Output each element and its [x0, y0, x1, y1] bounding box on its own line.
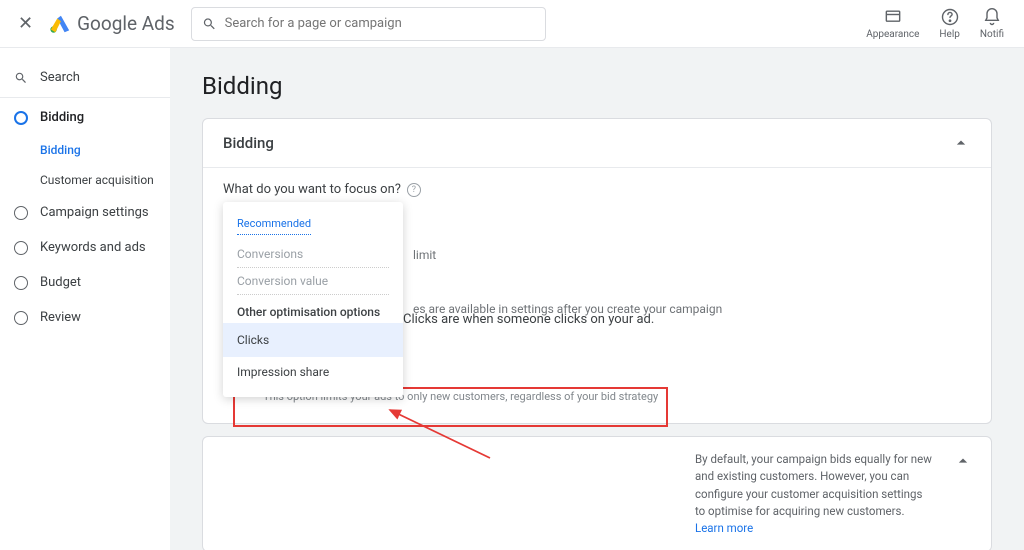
close-icon[interactable]: ✕: [10, 13, 41, 34]
search-input[interactable]: [225, 16, 535, 31]
step-marker-icon: [14, 276, 28, 290]
help-icon: [940, 7, 960, 27]
customer-acquisition-card: By default, your campaign bids equally f…: [202, 436, 992, 550]
step-marker-icon: [14, 111, 28, 125]
dropdown-section-recommended: Recommended: [237, 213, 311, 235]
dropdown-option-clicks[interactable]: Clicks: [223, 323, 403, 357]
bidding-card: Bidding What do you want to focus on? ? …: [202, 118, 992, 424]
sidebar: Search Bidding Bidding Customer acquisit…: [0, 48, 170, 550]
chevron-up-icon: [951, 133, 971, 153]
sidebar-sub-customer-acquisition[interactable]: Customer acquisition: [0, 165, 170, 195]
learn-more-link[interactable]: Learn more: [695, 521, 753, 535]
product-logo: Google Ads: [49, 12, 175, 35]
obscured-text: es are available in settings after you c…: [413, 299, 971, 321]
dropdown-option-conversion-value[interactable]: Conversion value: [237, 268, 389, 295]
sidebar-item-budget[interactable]: Budget: [0, 265, 170, 300]
sidebar-item-keywords[interactable]: Keywords and ads: [0, 230, 170, 265]
card-header[interactable]: Bidding: [203, 119, 991, 168]
search-box[interactable]: [191, 7, 546, 41]
card-title: Bidding: [223, 134, 274, 152]
sidebar-sub-bidding[interactable]: Bidding: [0, 135, 170, 165]
sidebar-item-bidding[interactable]: Bidding: [0, 100, 170, 135]
page-title: Bidding: [202, 72, 992, 100]
obscured-text: limit: [413, 245, 971, 267]
divider: [0, 97, 170, 98]
appearance-icon: [883, 7, 903, 27]
search-icon: [202, 16, 217, 32]
sidebar-item-search[interactable]: Search: [0, 60, 170, 95]
dropdown-option-impression-share[interactable]: Impression share: [223, 357, 403, 387]
appearance-button[interactable]: Appearance: [856, 7, 929, 40]
dropdown-option-conversions[interactable]: Conversions: [237, 241, 389, 268]
product-name: Google Ads: [77, 12, 175, 35]
sidebar-item-review[interactable]: Review: [0, 300, 170, 335]
info-panel: By default, your campaign bids equally f…: [695, 451, 935, 537]
help-button[interactable]: Help: [929, 7, 969, 40]
focus-question: What do you want to focus on? ?: [223, 182, 971, 197]
dropdown-group-other: Other optimisation options: [223, 295, 403, 323]
step-marker-icon: [14, 206, 28, 220]
focus-dropdown[interactable]: Recommended Conversions Conversion value…: [223, 202, 403, 397]
step-marker-icon: [14, 311, 28, 325]
bell-icon: [982, 7, 1002, 27]
ads-logo-icon: [49, 13, 71, 35]
sidebar-item-campaign-settings[interactable]: Campaign settings: [0, 195, 170, 230]
chevron-up-icon[interactable]: [953, 451, 973, 471]
help-tooltip-icon[interactable]: ?: [407, 183, 421, 197]
search-icon: [14, 71, 28, 85]
step-marker-icon: [14, 241, 28, 255]
notifications-button[interactable]: Notifi: [970, 7, 1014, 40]
